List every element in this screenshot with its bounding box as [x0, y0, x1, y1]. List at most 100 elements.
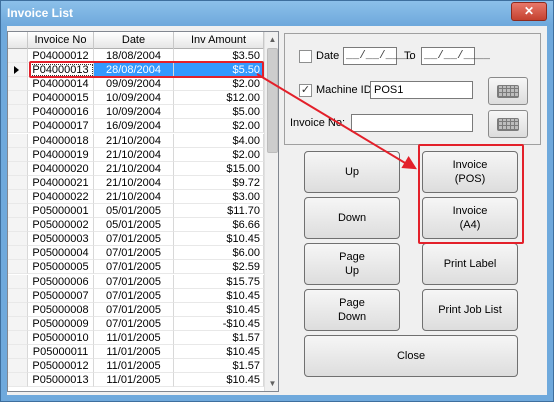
table-row[interactable]: P05000011 11/01/2005 $10.45: [8, 344, 264, 359]
print-job-list-button[interactable]: Print Job List: [422, 289, 518, 331]
date-cell[interactable]: 21/10/2004: [94, 147, 174, 162]
date-cell[interactable]: 21/10/2004: [94, 133, 174, 148]
amount-cell[interactable]: $2.00: [174, 119, 264, 134]
amount-cell[interactable]: $12.00: [174, 91, 264, 106]
row-indicator[interactable]: [8, 316, 28, 331]
amount-cell[interactable]: $6.00: [174, 246, 264, 261]
amount-cell[interactable]: $1.57: [174, 330, 264, 345]
invoice-no-cell[interactable]: P05000002: [28, 218, 94, 233]
date-cell[interactable]: 07/01/2005: [94, 246, 174, 261]
table-row[interactable]: P05000001 05/01/2005 $11.70: [8, 204, 264, 219]
date-cell[interactable]: 09/09/2004: [94, 77, 174, 92]
row-indicator[interactable]: [8, 302, 28, 317]
date-cell[interactable]: 11/01/2005: [94, 330, 174, 345]
date-cell[interactable]: 11/01/2005: [94, 344, 174, 359]
print-label-button[interactable]: Print Label: [422, 243, 518, 285]
machine-id-keyboard-button[interactable]: [488, 77, 528, 105]
invoice-no-cell[interactable]: P05000008: [28, 302, 94, 317]
table-row[interactable]: P05000009 07/01/2005 -$10.45: [8, 316, 264, 331]
amount-cell[interactable]: $2.00: [174, 77, 264, 92]
table-row[interactable]: P04000022 21/10/2004 $3.00: [8, 189, 264, 204]
amount-cell[interactable]: $9.72: [174, 175, 264, 190]
invoice-no-cell[interactable]: P05000007: [28, 288, 94, 303]
amount-cell[interactable]: $10.45: [174, 302, 264, 317]
invoice-no-cell[interactable]: P04000014: [28, 77, 94, 92]
amount-cell[interactable]: $10.45: [174, 373, 264, 388]
row-indicator[interactable]: [8, 274, 28, 289]
row-indicator[interactable]: [8, 147, 28, 162]
date-cell[interactable]: 07/01/2005: [94, 302, 174, 317]
invoice-no-cell[interactable]: P04000016: [28, 105, 94, 120]
amount-cell[interactable]: $3.00: [174, 189, 264, 204]
machine-id-field[interactable]: POS1: [370, 81, 473, 99]
amount-cell[interactable]: $4.00: [174, 133, 264, 148]
invoice-no-cell[interactable]: P05000003: [28, 232, 94, 247]
row-indicator[interactable]: [8, 77, 28, 92]
row-indicator[interactable]: [8, 373, 28, 388]
table-row[interactable]: P05000008 07/01/2005 $10.45: [8, 302, 264, 317]
date-cell[interactable]: 21/10/2004: [94, 189, 174, 204]
amount-cell[interactable]: -$10.45: [174, 316, 264, 331]
invoice-no-cell[interactable]: P05000001: [28, 204, 94, 219]
amount-cell[interactable]: $10.45: [174, 344, 264, 359]
invoice-no-cell[interactable]: P04000021: [28, 175, 94, 190]
amount-cell[interactable]: $15.75: [174, 274, 264, 289]
date-cell[interactable]: 16/09/2004: [94, 119, 174, 134]
row-indicator[interactable]: [8, 260, 28, 275]
scroll-up-icon[interactable]: ▲: [265, 32, 278, 47]
invoice-no-cell[interactable]: P05000013: [28, 373, 94, 388]
invoice-no-field[interactable]: [351, 114, 473, 132]
page-down-button[interactable]: Page Down: [304, 289, 400, 331]
table-row[interactable]: P05000006 07/01/2005 $15.75: [8, 274, 264, 289]
row-indicator[interactable]: [8, 232, 28, 247]
date-cell[interactable]: 07/01/2005: [94, 288, 174, 303]
scroll-down-icon[interactable]: ▼: [265, 376, 278, 391]
invoice-no-cell[interactable]: P04000018: [28, 133, 94, 148]
row-indicator[interactable]: [8, 133, 28, 148]
invoice-no-cell[interactable]: P04000019: [28, 147, 94, 162]
row-indicator[interactable]: [8, 189, 28, 204]
amount-cell[interactable]: $2.59: [174, 260, 264, 275]
table-row[interactable]: P05000004 07/01/2005 $6.00: [8, 246, 264, 261]
invoice-table[interactable]: Invoice No Date Inv Amount P04000012 18/0…: [7, 31, 279, 392]
table-row[interactable]: P05000005 07/01/2005 $2.59: [8, 260, 264, 275]
date-cell[interactable]: 21/10/2004: [94, 161, 174, 176]
column-header-invoice-no[interactable]: Invoice No: [28, 32, 94, 49]
date-filter-checkbox[interactable]: [299, 50, 312, 63]
date-cell[interactable]: 11/01/2005: [94, 373, 174, 388]
page-up-button[interactable]: Page Up: [304, 243, 400, 285]
row-indicator[interactable]: [8, 344, 28, 359]
row-indicator[interactable]: [8, 161, 28, 176]
scrollbar-thumb[interactable]: [267, 48, 278, 153]
date-cell[interactable]: 11/01/2005: [94, 359, 174, 374]
table-row[interactable]: P04000014 09/09/2004 $2.00: [8, 77, 264, 92]
amount-cell[interactable]: $1.57: [174, 359, 264, 374]
amount-cell[interactable]: $10.45: [174, 288, 264, 303]
column-header-inv-amount[interactable]: Inv Amount: [174, 32, 264, 49]
row-indicator[interactable]: [8, 49, 28, 63]
table-row[interactable]: P04000015 10/09/2004 $12.00: [8, 91, 264, 106]
date-cell[interactable]: 07/01/2005: [94, 260, 174, 275]
table-row[interactable]: P04000018 21/10/2004 $4.00: [8, 133, 264, 148]
date-from-field[interactable]: __/__/____: [343, 47, 412, 65]
row-indicator[interactable]: [8, 105, 28, 120]
amount-cell[interactable]: $11.70: [174, 204, 264, 219]
date-cell[interactable]: 21/10/2004: [94, 175, 174, 190]
date-cell[interactable]: 07/01/2005: [94, 232, 174, 247]
row-indicator[interactable]: [8, 119, 28, 134]
invoice-no-cell[interactable]: P04000015: [28, 91, 94, 106]
date-cell[interactable]: 07/01/2005: [94, 316, 174, 331]
invoice-no-cell[interactable]: P04000020: [28, 161, 94, 176]
up-button[interactable]: Up: [304, 151, 400, 193]
row-indicator[interactable]: [8, 288, 28, 303]
amount-cell[interactable]: $10.45: [174, 232, 264, 247]
close-button[interactable]: Close: [304, 335, 518, 377]
amount-cell[interactable]: $2.00: [174, 147, 264, 162]
date-cell[interactable]: 10/09/2004: [94, 91, 174, 106]
table-row[interactable]: P05000003 07/01/2005 $10.45: [8, 232, 264, 247]
invoice-no-cell[interactable]: P04000022: [28, 189, 94, 204]
invoice-no-cell[interactable]: P04000017: [28, 119, 94, 134]
amount-cell[interactable]: $6.66: [174, 218, 264, 233]
row-indicator[interactable]: [8, 218, 28, 233]
table-row[interactable]: P04000020 21/10/2004 $15.00: [8, 161, 264, 176]
